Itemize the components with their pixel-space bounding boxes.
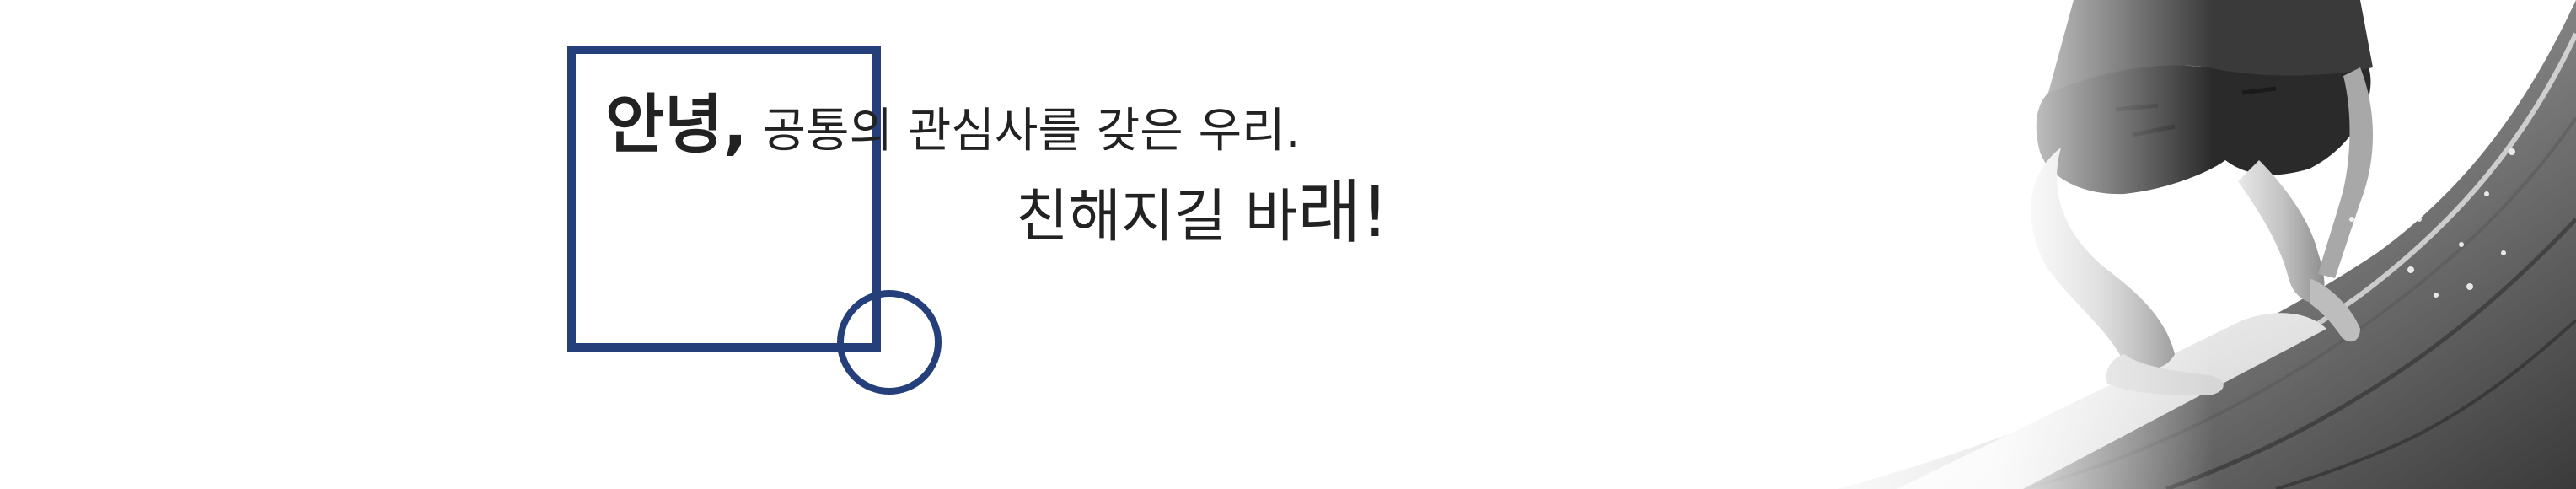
headline-line-2: 친해지길 바래!	[1016, 179, 1389, 248]
hero-banner: 안녕, 공통의 관심사를 갖은 우리. 친해지길 바래!	[0, 0, 2576, 489]
friendship-exclaim: 래!	[1297, 173, 1389, 253]
friendship-text: 친해지길 바	[1016, 184, 1298, 250]
greeting-subtext: 공통의 관심사를 갖은 우리.	[747, 104, 1301, 159]
greeting-text: 안녕,	[605, 87, 748, 162]
headline-line-1: 안녕, 공통의 관심사를 갖은 우리.	[605, 93, 1300, 157]
surfer-photo	[1770, 0, 2576, 489]
decorative-circle-outline	[837, 290, 942, 395]
